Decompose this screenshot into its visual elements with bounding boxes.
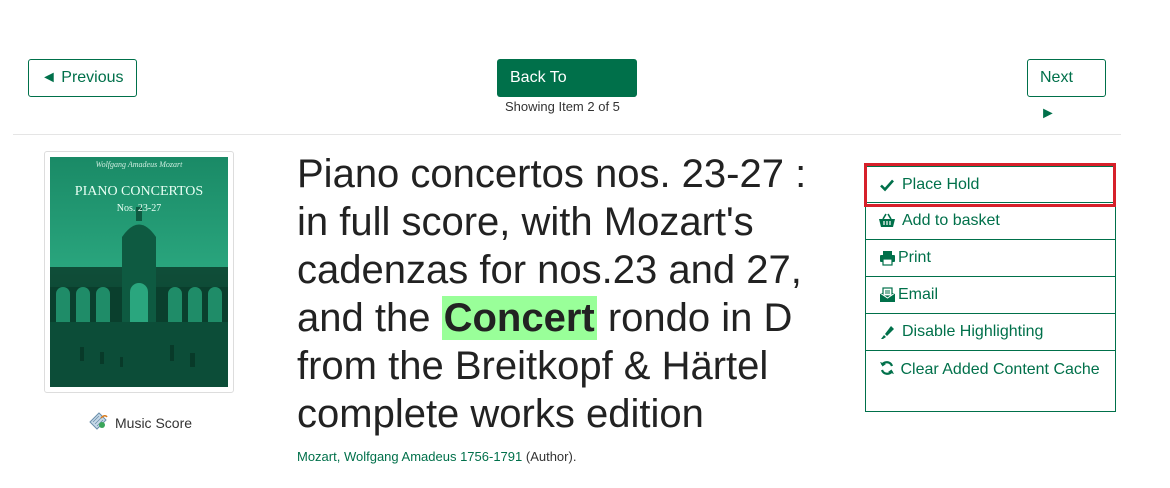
place-hold-button[interactable]: Place Hold — [865, 166, 1116, 203]
cover-art: Wolfgang Amadeus Mozart PIANO CONCERTOS … — [50, 157, 228, 387]
basket-icon — [878, 213, 896, 229]
divider — [13, 134, 1121, 135]
disable-highlighting-button[interactable]: Disable Highlighting — [865, 314, 1116, 351]
cover-image[interactable]: Wolfgang Amadeus Mozart PIANO CONCERTOS … — [44, 151, 234, 393]
print-label: Print — [898, 249, 931, 266]
add-to-basket-button[interactable]: Add to basket — [865, 203, 1116, 240]
next-button[interactable]: Next ► — [1027, 59, 1106, 122]
svg-text:PIANO CONCERTOS: PIANO CONCERTOS — [75, 184, 203, 199]
search-term-highlight: Concert — [441, 296, 597, 340]
back-to-results-button[interactable]: Back To Results — [497, 59, 637, 124]
disable-highlighting-label: Disable Highlighting — [902, 323, 1044, 340]
check-icon — [878, 177, 896, 193]
email-button[interactable]: Email — [865, 277, 1116, 314]
clear-cache-button[interactable]: Clear Added Content Cache — [865, 351, 1116, 412]
clear-cache-label: Clear Added Content Cache — [900, 361, 1100, 378]
previous-button[interactable]: ◄ Previous — [28, 59, 137, 97]
highlighter-icon — [878, 324, 896, 340]
add-to-basket-label: Add to basket — [902, 212, 1000, 229]
email-label: Email — [898, 286, 939, 303]
print-icon — [878, 250, 896, 266]
record-title: Piano concertos nos. 23-27 : in full sco… — [297, 150, 837, 438]
format-label: Music Score — [87, 410, 192, 435]
record-actions: Place Hold Add to basket Print Email Dis… — [865, 166, 1116, 412]
print-button[interactable]: Print — [865, 240, 1116, 277]
author-role: (Author). — [525, 449, 577, 464]
showing-item-count: Showing Item 2 of 5 — [505, 99, 620, 114]
author-line: Mozart, Wolfgang Amadeus 1756-1791 (Auth… — [297, 449, 576, 464]
refresh-icon — [878, 360, 896, 376]
format-text: Music Score — [115, 414, 193, 431]
place-hold-label: Place Hold — [902, 175, 980, 193]
svg-text:Nos. 23-27: Nos. 23-27 — [117, 203, 161, 214]
music-score-icon — [87, 410, 109, 435]
email-icon — [878, 287, 896, 303]
author-link[interactable]: Mozart, Wolfgang Amadeus 1756-1791 — [297, 449, 522, 464]
svg-text:Wolfgang Amadeus Mozart: Wolfgang Amadeus Mozart — [96, 160, 183, 169]
